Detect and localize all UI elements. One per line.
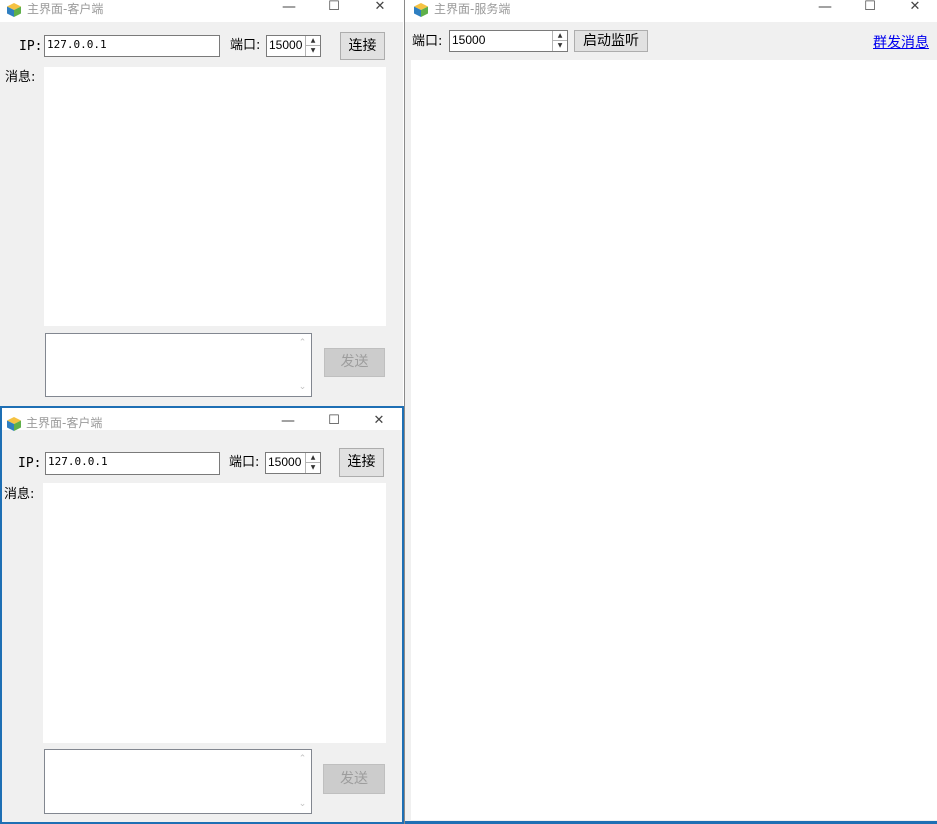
- server-message-log[interactable]: [411, 60, 937, 820]
- port-value: 15000: [268, 455, 302, 469]
- window-title: 主界面-客户端: [26, 416, 103, 430]
- message-log[interactable]: [43, 483, 386, 743]
- port-label: 端口:: [230, 38, 261, 53]
- connect-button[interactable]: 连接: [340, 32, 385, 60]
- message-input[interactable]: ⌃ ⌄: [45, 333, 312, 397]
- app-icon: [7, 417, 21, 431]
- scroll-up-icon[interactable]: ⌃: [294, 338, 311, 348]
- app-icon: [414, 3, 428, 17]
- close-icon[interactable]: ✕: [356, 414, 402, 430]
- spin-down-icon[interactable]: ▼: [553, 41, 567, 51]
- port-spinner[interactable]: 15000 ▲ ▼: [266, 35, 321, 57]
- title-bar[interactable]: 主界面-客户端 — ☐ ✕: [2, 408, 402, 431]
- spin-down-icon[interactable]: ▼: [306, 46, 320, 56]
- close-icon[interactable]: ✕: [892, 0, 937, 16]
- port-value: 15000: [452, 33, 486, 47]
- window-title: 主界面-服务端: [434, 2, 511, 16]
- port-spinner[interactable]: 15000 ▲ ▼: [265, 452, 321, 474]
- scroll-down-icon[interactable]: ⌄: [294, 382, 311, 392]
- message-label: 消息:: [5, 70, 36, 85]
- close-icon[interactable]: ✕: [357, 0, 403, 16]
- message-label: 消息:: [4, 487, 35, 502]
- spin-up-icon[interactable]: ▲: [553, 31, 567, 41]
- spinner-arrows[interactable]: ▲ ▼: [552, 31, 567, 51]
- maximize-icon[interactable]: ☐: [311, 414, 357, 430]
- send-button[interactable]: 发送: [323, 764, 385, 794]
- window-title: 主界面-客户端: [27, 2, 104, 16]
- input-scrollbar[interactable]: ⌃ ⌄: [294, 334, 311, 396]
- connect-button[interactable]: 连接: [339, 448, 384, 477]
- spinner-arrows[interactable]: ▲ ▼: [305, 453, 320, 473]
- spin-down-icon[interactable]: ▼: [306, 463, 320, 473]
- spinner-arrows[interactable]: ▲ ▼: [305, 36, 320, 56]
- ip-input[interactable]: 127.0.0.1: [44, 35, 220, 57]
- app-icon: [7, 3, 21, 17]
- port-label: 端口:: [412, 34, 443, 49]
- client-window-1: 主界面-客户端 — ☐ ✕ IP: 127.0.0.1 端口: 15000 ▲ …: [0, 0, 403, 406]
- start-listening-button[interactable]: 启动监听: [574, 30, 648, 52]
- spin-up-icon[interactable]: ▲: [306, 453, 320, 463]
- ip-label: IP:: [18, 456, 42, 471]
- title-bar[interactable]: 主界面-服务端 — ☐ ✕: [405, 0, 937, 22]
- title-bar[interactable]: 主界面-客户端 — ☐ ✕: [0, 0, 403, 22]
- scroll-down-icon[interactable]: ⌄: [294, 799, 311, 809]
- scroll-up-icon[interactable]: ⌃: [294, 754, 311, 764]
- minimize-icon[interactable]: —: [265, 414, 311, 430]
- broadcast-link[interactable]: 群发消息: [873, 32, 929, 52]
- spin-up-icon[interactable]: ▲: [306, 36, 320, 46]
- port-label: 端口:: [229, 455, 260, 470]
- message-log[interactable]: [44, 67, 386, 326]
- port-value: 15000: [269, 38, 303, 52]
- ip-label: IP:: [19, 39, 43, 54]
- minimize-icon[interactable]: —: [802, 0, 848, 16]
- client-window-2: 主界面-客户端 — ☐ ✕ IP: 127.0.0.1 端口: 15000 ▲ …: [0, 406, 404, 824]
- port-spinner[interactable]: 15000 ▲ ▼: [449, 30, 568, 52]
- maximize-icon[interactable]: ☐: [311, 0, 357, 16]
- minimize-icon[interactable]: —: [266, 0, 312, 16]
- message-input[interactable]: ⌃ ⌄: [44, 749, 312, 814]
- maximize-icon[interactable]: ☐: [847, 0, 893, 16]
- send-button[interactable]: 发送: [324, 348, 385, 377]
- input-scrollbar[interactable]: ⌃ ⌄: [294, 750, 311, 813]
- ip-input[interactable]: 127.0.0.1: [45, 452, 220, 475]
- server-window: 主界面-服务端 — ☐ ✕ 端口: 15000 ▲ ▼ 启动监听 群发消息: [404, 0, 937, 824]
